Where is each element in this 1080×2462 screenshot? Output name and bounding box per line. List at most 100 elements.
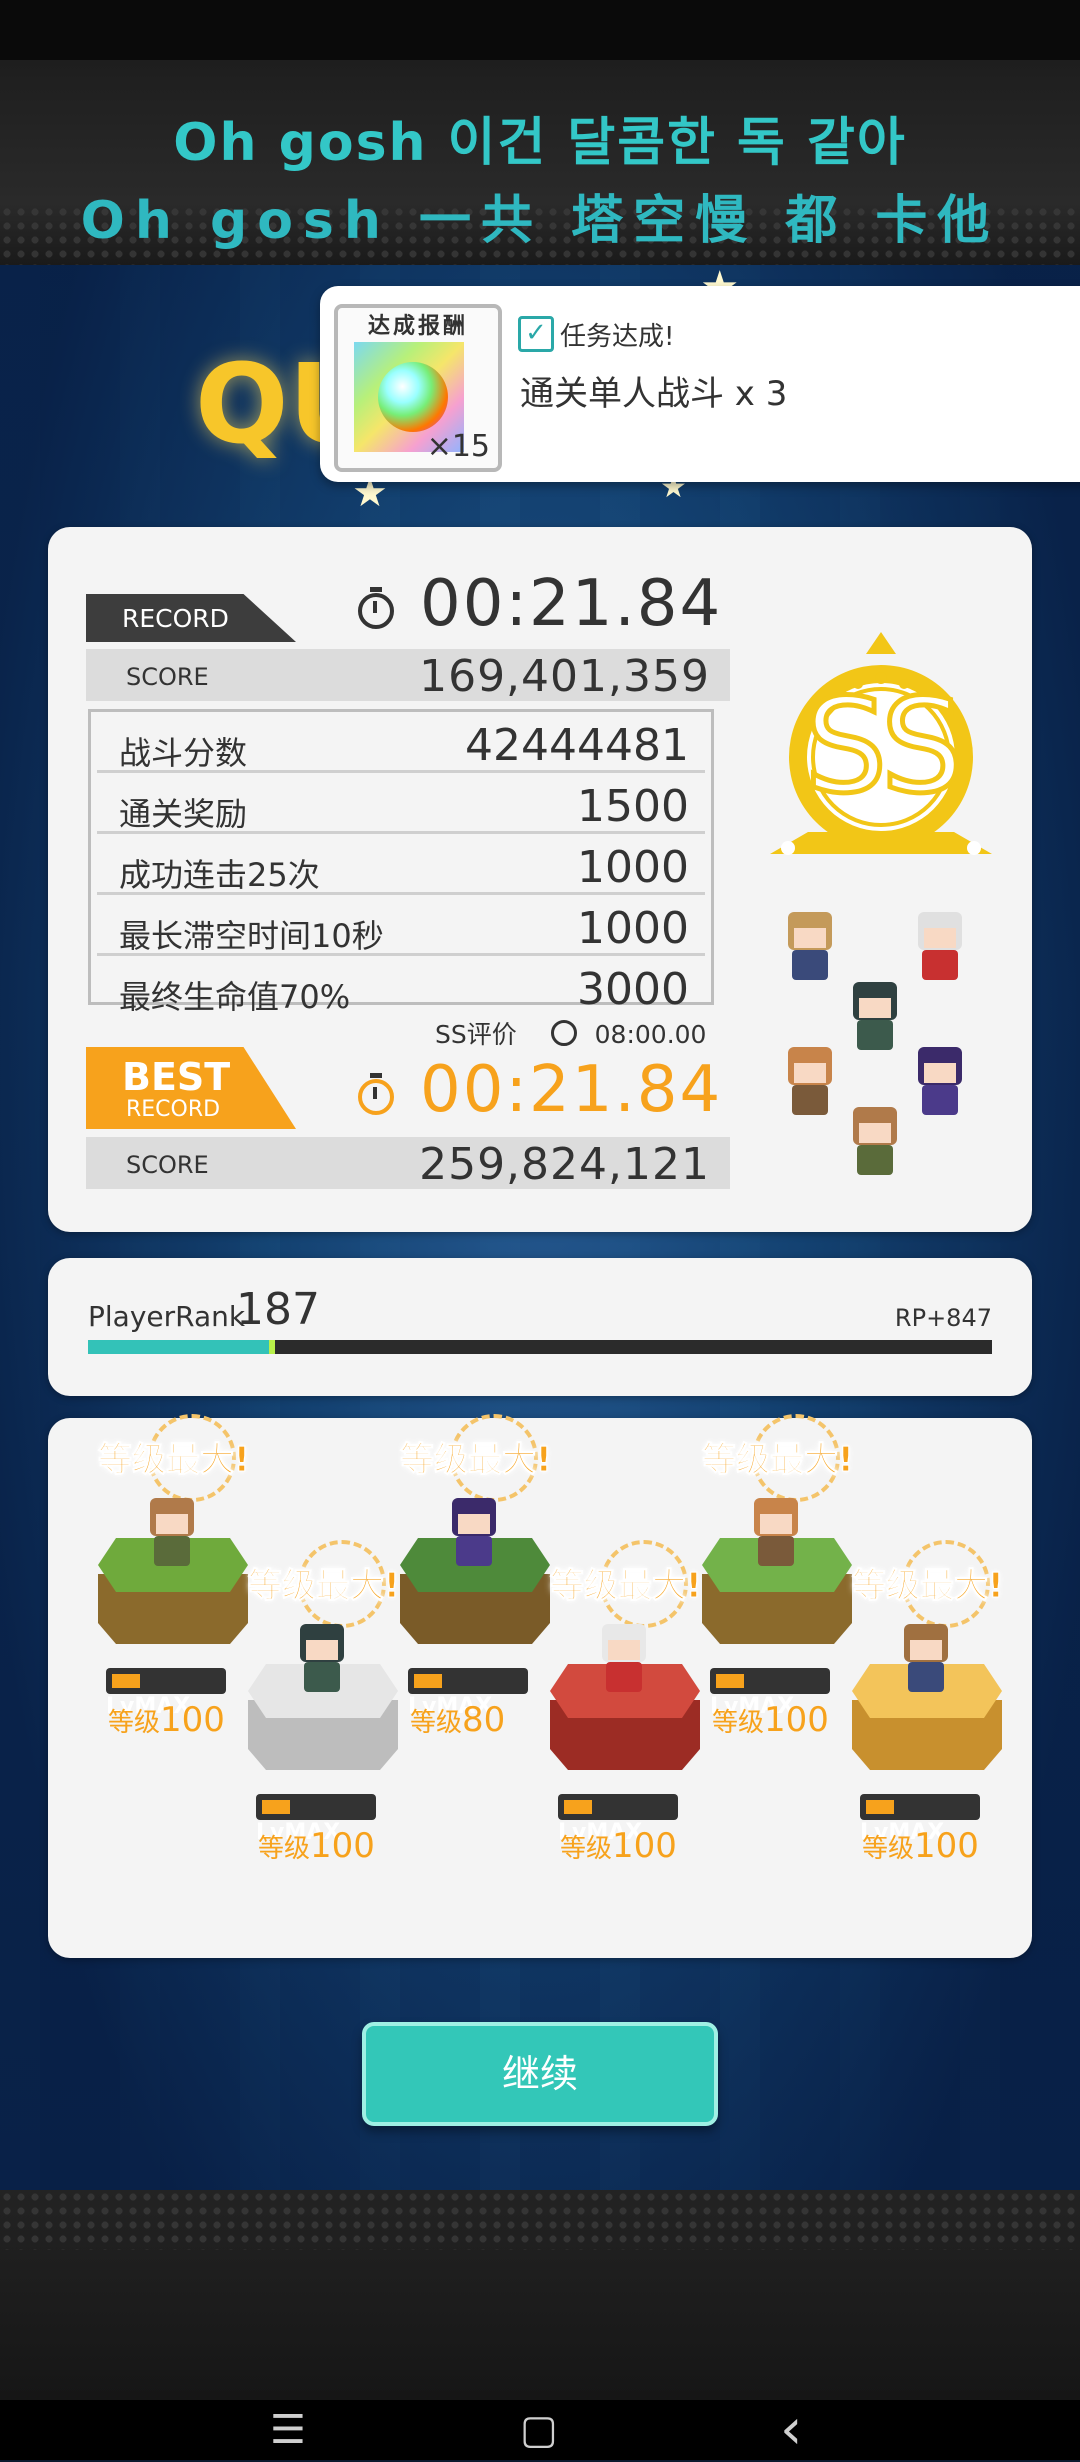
mission-complete-label: 任务达成!: [560, 322, 675, 352]
unit-character-sprite: [140, 1498, 204, 1570]
level-max-badge: 等级最大!: [98, 1414, 268, 1502]
best-record-tag: BEST RECORD: [86, 1047, 296, 1129]
player-rank-value: 187: [236, 1284, 320, 1335]
player-rank-label: PlayerRank: [88, 1300, 246, 1333]
lvmax-tag: LvMAX: [558, 1794, 678, 1845]
player-rank-panel: PlayerRank 187 RP+847: [48, 1258, 1032, 1396]
level-value: 100: [914, 1826, 979, 1866]
level-max-text: 等级最大!: [550, 1566, 703, 1607]
best-score-bar: SCORE 259,824,121: [86, 1137, 730, 1190]
level-prefix: 等级: [862, 1834, 915, 1864]
rank-progress-fill: [88, 1340, 269, 1354]
system-nav-bar: ☰ ▢ ‹: [0, 2400, 1080, 2460]
breakdown-row: 通关奖励 1500: [97, 777, 705, 834]
character-sprite: [908, 1047, 972, 1119]
breakdown-label: 通关奖励: [119, 795, 248, 833]
level-prefix: 等级: [410, 1708, 463, 1738]
reward-count: ×15: [426, 429, 490, 464]
unit-card: 等级最大! LvMAX 等级100: [832, 1540, 1022, 1874]
breakdown-label: 最长滞空时间10秒: [119, 917, 384, 955]
stopwatch-icon: [550, 1020, 577, 1046]
ss-eval-time: 08:00.00: [594, 1020, 707, 1049]
lvmax-tag: LvMAX: [408, 1668, 528, 1719]
lvmax-tag: LvMAX: [106, 1668, 226, 1719]
rank-grade: SS: [802, 668, 966, 825]
stopwatch-icon: [358, 587, 394, 629]
level-max-badge: 等级最大!: [400, 1414, 570, 1502]
unit-level: 等级80: [410, 1700, 505, 1740]
best-time: 00:21.84: [420, 1053, 723, 1127]
back-icon[interactable]: ‹: [780, 2402, 802, 2458]
score-breakdown: 战斗分数 42444481 通关奖励 1500 成功连击25次 1000 最长滞空时间…: [88, 709, 714, 1016]
breakdown-row: 最长滞空时间10秒 1000: [97, 899, 705, 956]
lvmax-tag: LvMAX: [710, 1668, 830, 1719]
status-bar: [0, 0, 1080, 60]
level-max-badge: 等级最大!: [852, 1540, 1022, 1628]
rank-points-gained: RP+847: [894, 1304, 992, 1332]
record-tag: RECORD: [86, 594, 296, 642]
level-max-text: 等级最大!: [98, 1440, 251, 1481]
breakdown-value: 3000: [577, 964, 689, 1015]
character-sprite: [778, 1047, 842, 1119]
unit-level: 等级100: [258, 1826, 375, 1866]
lyric-line-1: Oh gosh 이건 달콤한 독 같아: [173, 113, 907, 173]
continue-button[interactable]: 继续: [362, 2022, 718, 2126]
level-max-badge: 等级最大!: [702, 1414, 872, 1502]
breakdown-row: 战斗分数 42444481: [97, 716, 705, 773]
breakdown-value: 1000: [577, 842, 689, 893]
lvmax-tag: LvMAX: [256, 1794, 376, 1845]
breakdown-label: 最终生命值70%: [119, 978, 351, 1016]
ss-rank-emblem: SS: [768, 632, 994, 858]
unit-character-sprite: [442, 1498, 506, 1570]
level-prefix: 等级: [560, 1834, 613, 1864]
lvmax-tag: LvMAX: [860, 1794, 980, 1845]
character-sprite: [843, 982, 907, 1054]
reward-title: 达成报酬: [367, 314, 468, 339]
level-value: 100: [612, 1826, 677, 1866]
unit-levels-panel: 等级最大! LvMAX 等级100 等级最大! LvMAX 等级100 等级最大! LvMAX…: [48, 1414, 1032, 1958]
level-value: 100: [310, 1826, 375, 1866]
home-icon[interactable]: ▢: [520, 2406, 558, 2454]
breakdown-value: 1500: [577, 781, 689, 832]
best-score-label: SCORE: [126, 1151, 209, 1179]
ss-eval-label: SS评价: [435, 1020, 517, 1049]
record-time: 00:21.84: [420, 567, 723, 641]
rank-progress-bar: [88, 1340, 992, 1354]
level-value: 80: [462, 1700, 506, 1740]
menu-icon[interactable]: ☰: [270, 2406, 306, 2454]
mission-complete-notification: 达成报酬 ×15 ✓ 任务达成! 通关单人战斗 x 3: [320, 286, 1080, 482]
score-bar: SCORE 169,401,359: [86, 649, 730, 702]
level-value: 100: [160, 1700, 225, 1740]
level-prefix: 等级: [108, 1708, 161, 1738]
bottom-decoration: [0, 2190, 1080, 2400]
stopwatch-icon: [358, 1073, 394, 1115]
character-sprite: [843, 1107, 907, 1179]
breakdown-row: 成功连击25次 1000: [97, 838, 705, 895]
breakdown-value: 42444481: [465, 720, 689, 771]
unit-character-sprite: [290, 1624, 354, 1696]
unit-character-sprite: [894, 1624, 958, 1696]
result-panel: RECORD 00:21.84 SCORE 169,401,359 战斗分数 42…: [48, 527, 1032, 1232]
unit-level: 等级100: [560, 1826, 677, 1866]
breakdown-value: 1000: [577, 903, 689, 954]
check-icon: ✓: [518, 316, 554, 352]
best-score-value: 259,824,121: [419, 1139, 710, 1190]
score-value: 169,401,359: [419, 651, 710, 702]
gem-orb: [378, 362, 448, 432]
level-max-text: 等级最大!: [248, 1566, 401, 1607]
rank-progress-tip: [268, 1340, 275, 1354]
level-max-text: 等级最大!: [400, 1440, 553, 1481]
level-value: 100: [764, 1700, 829, 1740]
level-max-text: 等级最大!: [852, 1566, 1005, 1607]
level-prefix: 等级: [712, 1708, 765, 1738]
breakdown-label: 成功连击25次: [119, 856, 320, 894]
unit-level: 等级100: [712, 1700, 829, 1740]
breakdown-label: 战斗分数: [119, 734, 248, 772]
unit-character-sprite: [744, 1498, 808, 1570]
character-sprite: [908, 912, 972, 984]
reward-item: 达成报酬 ×15: [334, 304, 502, 472]
lyric-line-2: Oh gosh 一共 塔空慢 都 卡他: [80, 191, 1000, 251]
mission-task: 通关单人战斗 x 3: [520, 374, 788, 414]
ss-evaluation-line: SS评价 08:00.00: [435, 1015, 706, 1051]
best-label: BEST: [122, 1055, 231, 1099]
